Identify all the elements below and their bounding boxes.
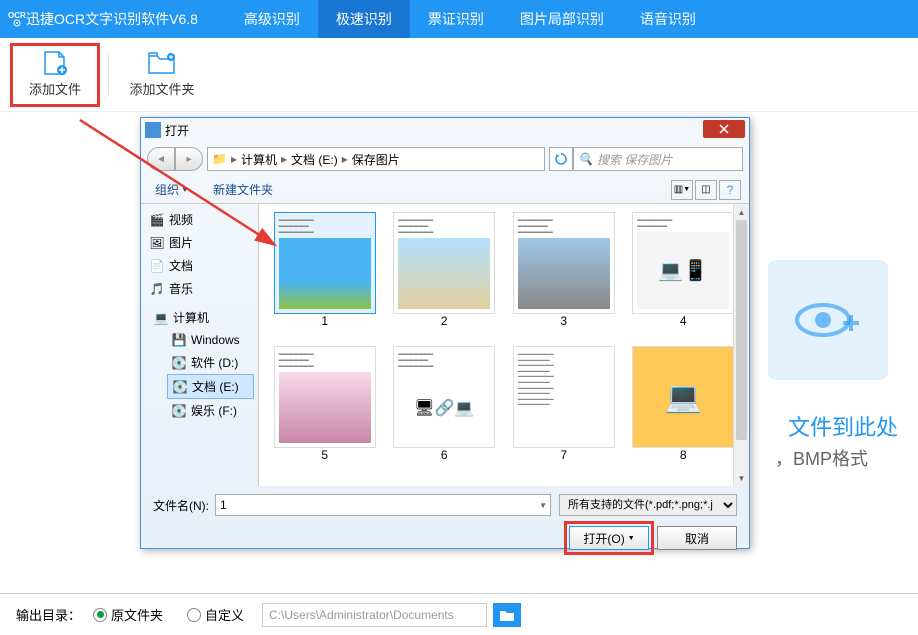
- file-item[interactable]: ▬▬▬▬▬▬▬▬▬▬▬▬▬▬▬▬▬▬▬▬ 2: [387, 212, 503, 342]
- music-icon: 🎵: [149, 281, 165, 297]
- app-logo: OCR 迅捷OCR文字识别软件V6.8: [0, 9, 206, 30]
- filename-label: 文件名(N):: [153, 497, 209, 514]
- nav-ticket[interactable]: 票证识别: [410, 0, 502, 38]
- file-item[interactable]: ▬▬▬▬▬▬▬▬▬▬▬▬▬💻📱 4: [626, 212, 742, 342]
- nav-partial[interactable]: 图片局部识别: [502, 0, 622, 38]
- forward-button[interactable]: ▸: [175, 147, 203, 171]
- chevron-down-icon[interactable]: ▼: [539, 501, 547, 510]
- dialog-titlebar[interactable]: 打开: [141, 118, 749, 142]
- sidebar-documents[interactable]: 📄文档: [145, 254, 254, 277]
- organize-button[interactable]: 组织 ▼: [149, 179, 195, 200]
- back-button[interactable]: ◄: [147, 147, 175, 171]
- refresh-button[interactable]: [549, 147, 573, 171]
- app-header: OCR 迅捷OCR文字识别软件V6.8 高级识别 极速识别 票证识别 图片局部识…: [0, 0, 918, 38]
- picture-icon: 🖼: [149, 235, 165, 251]
- search-input[interactable]: 🔍 搜索 保存图片: [573, 147, 743, 171]
- computer-icon: 💻: [153, 310, 169, 326]
- document-icon: 📄: [149, 258, 165, 274]
- breadcrumb[interactable]: 📁 ▸ 计算机 ▸ 文档 (E:) ▸ 保存图片: [207, 147, 545, 171]
- scrollbar-thumb[interactable]: [736, 220, 747, 440]
- sidebar-drive-e[interactable]: 💽文档 (E:): [167, 374, 254, 399]
- radio-icon: [187, 608, 201, 622]
- output-path-input[interactable]: [262, 603, 487, 627]
- drive-icon: 💽: [172, 379, 188, 395]
- file-grid[interactable]: ▬▬▬▬▬▬▬▬▬▬▬▬▬▬▬▬▬▬▬▬ 1 ▬▬▬▬▬▬▬▬▬▬▬▬▬▬▬▬▬…: [259, 204, 749, 486]
- main-nav: 高级识别 极速识别 票证识别 图片局部识别 语音识别: [226, 0, 714, 38]
- video-icon: 🎬: [149, 212, 165, 228]
- open-button[interactable]: 打开(O) ▼: [569, 526, 649, 550]
- file-item[interactable]: ▬▬▬▬▬▬▬▬▬▬▬▬▬▬▬▬▬▬▬▬▬▬▬▬▬▬▬▬▬▬▬▬▬▬▬▬▬▬▬▬…: [506, 346, 622, 476]
- scroll-down-icon[interactable]: ▼: [734, 470, 749, 486]
- toolbar: 添加文件 添加文件夹: [0, 38, 918, 112]
- radio-custom-folder[interactable]: 自定义: [187, 605, 244, 624]
- radio-icon: [93, 608, 107, 622]
- nav-fast[interactable]: 极速识别: [318, 0, 410, 38]
- refresh-icon: [555, 153, 567, 165]
- logo-icon: OCR: [8, 9, 26, 30]
- dialog-toolbar: 组织 ▼ 新建文件夹 ▥▼ ◫ ?: [141, 176, 749, 204]
- file-item[interactable]: ▬▬▬▬▬▬▬▬▬▬▬▬▬▬▬▬▬▬▬▬🖥🔗💻 6: [387, 346, 503, 476]
- search-icon: 🔍: [578, 152, 593, 166]
- panel-icon: ◫: [701, 184, 710, 195]
- view-mode-button[interactable]: ▥▼: [671, 180, 693, 200]
- output-bar: 输出目录： 原文件夹 自定义: [0, 593, 918, 635]
- cancel-button[interactable]: 取消: [657, 526, 737, 550]
- sidebar-pictures[interactable]: 🖼图片: [145, 231, 254, 254]
- sidebar-drive-windows[interactable]: 💾Windows: [167, 329, 254, 351]
- svg-text:OCR: OCR: [8, 11, 26, 20]
- help-button[interactable]: ?: [719, 180, 741, 200]
- file-item[interactable]: ▬▬▬▬▬▬▬▬▬▬▬▬▬▬▬▬▬▬▬▬ 5: [267, 346, 383, 476]
- file-item[interactable]: ▬▬▬▬▬▬▬▬▬▬▬▬▬▬▬▬▬▬▬▬ 3: [506, 212, 622, 342]
- file-plus-icon: [40, 51, 70, 75]
- sidebar-computer[interactable]: 💻计算机: [149, 306, 254, 329]
- file-item[interactable]: 💻 8: [626, 346, 742, 476]
- help-icon: ?: [727, 183, 734, 197]
- open-file-dialog: 打开 ◄ ▸ 📁 ▸ 计算机 ▸ 文档 (E:) ▸ 保存图片 🔍 搜索 保存图…: [140, 117, 750, 549]
- sidebar-drive-f[interactable]: 💽娱乐 (F:): [167, 399, 254, 422]
- scroll-up-icon[interactable]: ▲: [734, 204, 749, 220]
- filetype-select[interactable]: 所有支持的文件(*.pdf;*.png;*.j: [559, 494, 737, 516]
- path-bar: ◄ ▸ 📁 ▸ 计算机 ▸ 文档 (E:) ▸ 保存图片 🔍 搜索 保存图片: [147, 144, 743, 174]
- scrollbar[interactable]: ▲ ▼: [733, 204, 749, 486]
- sidebar-video[interactable]: 🎬视频: [145, 208, 254, 231]
- close-icon: [719, 124, 729, 134]
- separator: [108, 55, 109, 95]
- drive-icon: 💽: [171, 355, 187, 371]
- new-folder-button[interactable]: 新建文件夹: [207, 179, 279, 200]
- radio-original-folder[interactable]: 原文件夹: [93, 605, 163, 624]
- drop-zone[interactable]: [768, 260, 888, 380]
- drive-icon: 💾: [171, 332, 187, 348]
- nav-voice[interactable]: 语音识别: [622, 0, 714, 38]
- sidebar-music[interactable]: 🎵音乐: [145, 277, 254, 300]
- dialog-footer: 文件名(N): ▼ 所有支持的文件(*.pdf;*.png;*.j 打开(O) …: [141, 486, 749, 558]
- add-folder-button[interactable]: 添加文件夹: [117, 43, 207, 107]
- dialog-icon: [145, 122, 161, 138]
- app-title: 迅捷OCR文字识别软件V6.8: [26, 9, 198, 29]
- drop-subtext: ，BMP格式: [775, 445, 868, 471]
- thumbnail-icon: ▥: [674, 184, 683, 195]
- browse-button[interactable]: [493, 603, 521, 627]
- output-label: 输出目录：: [16, 605, 81, 624]
- add-file-button[interactable]: 添加文件: [10, 43, 100, 107]
- folder-icon: 📁: [212, 152, 227, 166]
- drive-icon: 💽: [171, 403, 187, 419]
- sidebar-drive-d[interactable]: 💽软件 (D:): [167, 351, 254, 374]
- close-button[interactable]: [703, 120, 745, 138]
- drop-text: 文件到此处: [788, 410, 898, 442]
- eye-plus-icon: [793, 295, 863, 345]
- filename-input[interactable]: [215, 494, 551, 516]
- folder-plus-icon: [147, 51, 177, 75]
- sidebar: 🎬视频 🖼图片 📄文档 🎵音乐 💻计算机 💾Windows 💽软件 (D:) 💽…: [141, 204, 259, 486]
- folder-icon: [499, 608, 515, 622]
- nav-advanced[interactable]: 高级识别: [226, 0, 318, 38]
- preview-pane-button[interactable]: ◫: [695, 180, 717, 200]
- file-item[interactable]: ▬▬▬▬▬▬▬▬▬▬▬▬▬▬▬▬▬▬▬▬ 1: [267, 212, 383, 342]
